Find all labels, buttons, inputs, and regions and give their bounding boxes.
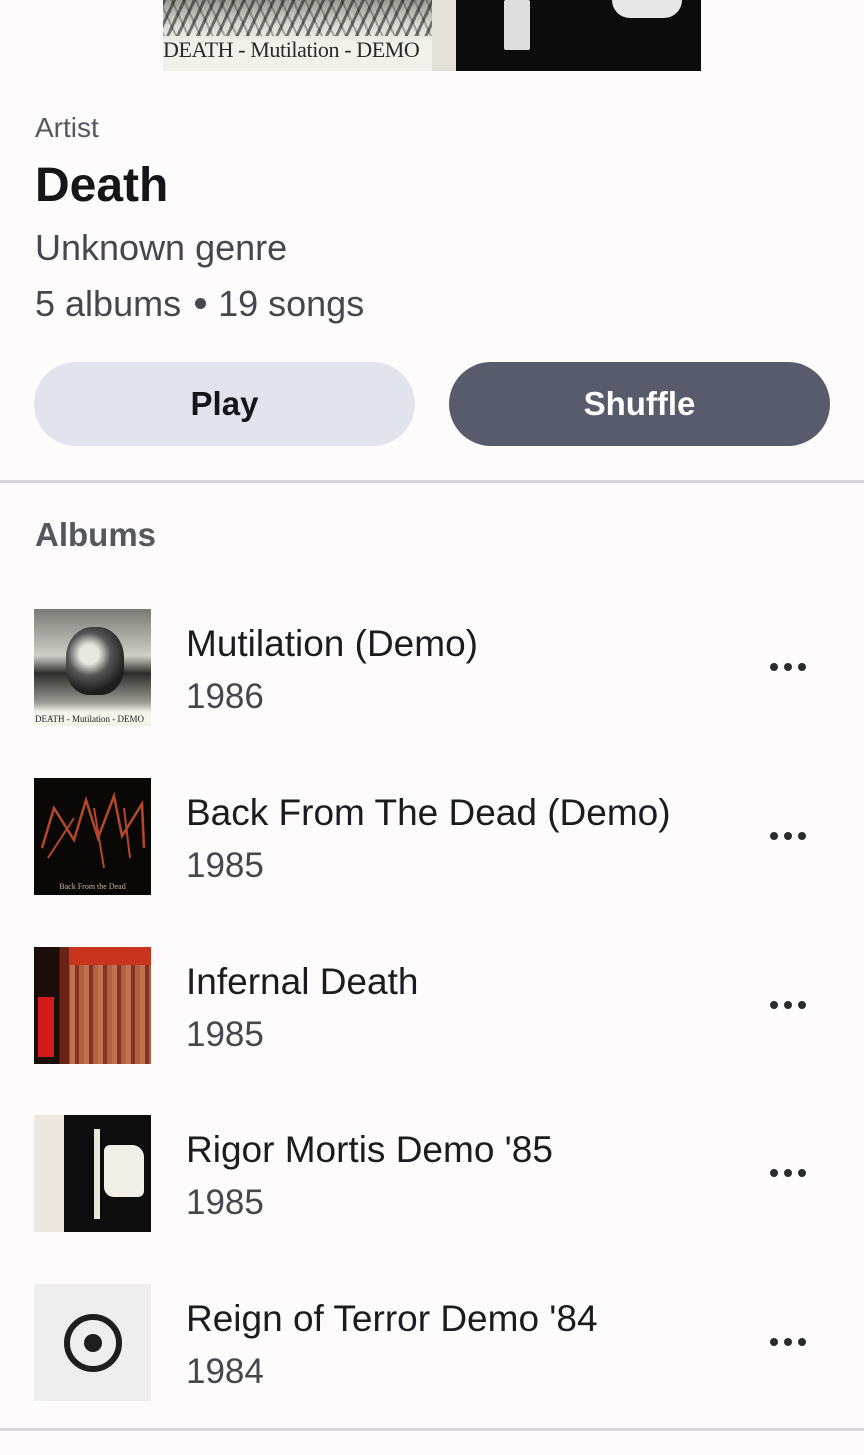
album-row[interactable]: DEATH - Mutilation - DEMO Mutilation (De… <box>0 609 864 778</box>
play-button[interactable]: Play <box>34 362 415 446</box>
divider <box>0 480 864 483</box>
artist-stats: 5 albums 19 songs <box>35 283 364 325</box>
album-art: DEATH - Mutilation - DEMO <box>34 609 151 726</box>
album-title: Rigor Mortis Demo '85 <box>186 1129 553 1170</box>
albums-section-title: Albums <box>35 516 157 553</box>
album-row[interactable]: Rigor Mortis Demo '85 1985 <box>0 1115 864 1284</box>
disc-icon <box>63 1313 122 1372</box>
album-year: 1985 <box>186 1183 264 1222</box>
artist-header-artwork: DEATH - Mutilation - DEMO <box>163 0 701 71</box>
divider <box>0 1428 864 1431</box>
album-art: Back From the Dead <box>34 778 151 895</box>
more-horizontal-icon <box>770 1338 778 1346</box>
more-horizontal-icon <box>770 832 778 840</box>
artist-page: DEATH - Mutilation - DEMO Artist Death U… <box>0 0 864 1455</box>
album-art-caption: Back From the Dead <box>59 882 126 891</box>
more-options-button[interactable] <box>762 987 814 1023</box>
album-art-caption: DEATH - Mutilation - DEMO <box>34 714 151 724</box>
artist-type-label: Artist <box>35 112 99 143</box>
more-horizontal-icon <box>770 1001 778 1009</box>
album-year: 1985 <box>186 846 264 885</box>
album-title: Reign of Terror Demo '84 <box>186 1298 598 1339</box>
album-title: Back From The Dead (Demo) <box>186 792 671 833</box>
album-year: 1984 <box>186 1352 264 1391</box>
more-horizontal-icon <box>770 663 778 671</box>
album-year: 1986 <box>186 677 264 716</box>
artist-genre: Unknown genre <box>35 227 288 268</box>
separator-dot <box>195 297 207 309</box>
album-row[interactable]: Infernal Death 1985 <box>0 947 864 1116</box>
albums-count: 5 albums <box>35 283 182 324</box>
more-horizontal-icon <box>770 1169 778 1177</box>
more-options-button[interactable] <box>762 818 814 854</box>
album-title: Mutilation (Demo) <box>186 623 478 664</box>
more-options-button[interactable] <box>762 1155 814 1191</box>
album-year: 1985 <box>186 1015 264 1054</box>
album-row[interactable]: Back From the Dead Back From The Dead (D… <box>0 778 864 947</box>
songs-count: 19 songs <box>218 283 365 324</box>
album-art <box>34 1115 151 1232</box>
header-artwork-mutilation: DEATH - Mutilation - DEMO <box>163 0 432 71</box>
header-artwork-rigor-mortis <box>432 0 701 71</box>
more-options-button[interactable] <box>762 649 814 685</box>
album-art <box>34 947 151 1064</box>
header-artwork-caption: DEATH - Mutilation - DEMO <box>163 37 420 62</box>
artist-name: Death <box>35 159 169 212</box>
more-options-button[interactable] <box>762 1324 814 1360</box>
album-title: Infernal Death <box>186 961 419 1002</box>
shuffle-button[interactable]: Shuffle <box>449 362 830 446</box>
album-art-placeholder <box>34 1284 151 1401</box>
